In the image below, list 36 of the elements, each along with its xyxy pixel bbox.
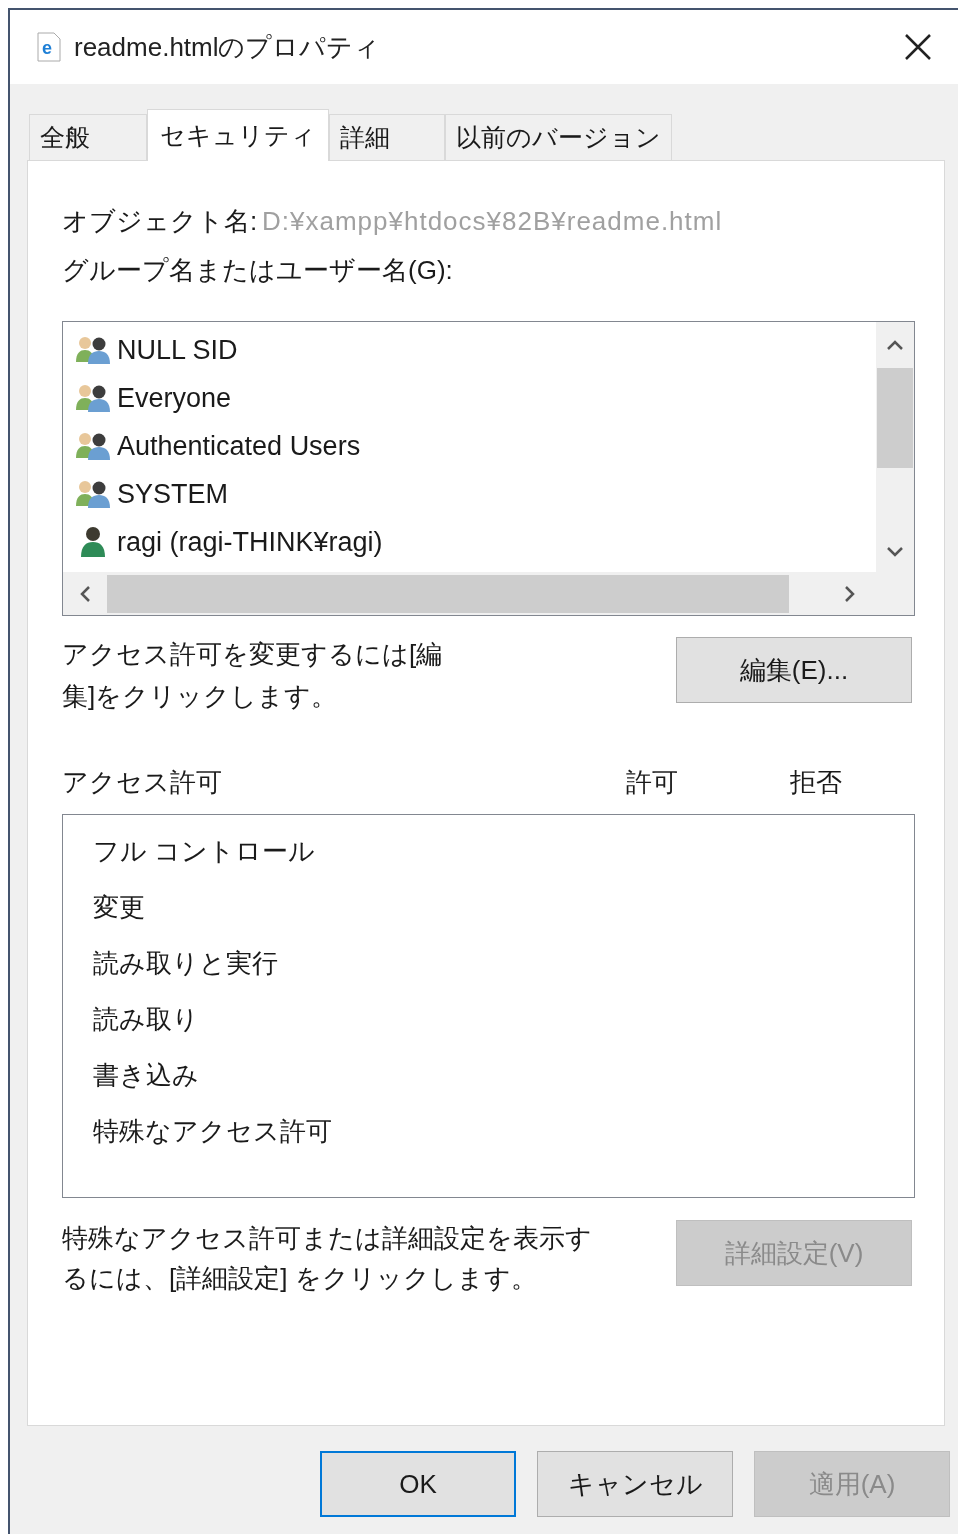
dialog-button[interactable]: OK (320, 1451, 516, 1517)
document-icon: e (36, 32, 62, 62)
edit-button[interactable]: 編集(E)... (676, 637, 912, 703)
advanced-hint: 特殊なアクセス許可または詳細設定を表示するには、[詳細設定] をクリックします。 (62, 1222, 592, 1295)
users-icon (75, 478, 111, 510)
scroll-thumb[interactable] (877, 368, 913, 468)
permission-item: フル コントロール (93, 835, 317, 868)
horizontal-scrollbar[interactable] (63, 572, 914, 615)
users-icon (75, 382, 111, 414)
principal-item[interactable]: Authenticated Users (117, 425, 361, 467)
tab[interactable]: 以前のバージョン (445, 114, 672, 160)
object-path: D:¥xampp¥htdocs¥82B¥readme.html (262, 204, 723, 238)
permission-item: 特殊なアクセス許可 (93, 1115, 333, 1148)
window-title: readme.htmlのプロパティ (74, 30, 381, 64)
principal-item[interactable]: SYSTEM (117, 473, 229, 515)
dialog-button[interactable]: キャンセル (537, 1451, 733, 1517)
permission-item: 読み取り (93, 1003, 200, 1036)
permissions-label: アクセス許可 (62, 765, 223, 799)
object-name-label: オブジェクト名: (62, 204, 259, 238)
users-icon (75, 334, 111, 366)
edit-hint: アクセス許可を変更するには[編集]をクリックします。 (62, 638, 444, 713)
permission-item: 変更 (93, 891, 146, 924)
principal-item[interactable]: Everyone (117, 377, 232, 419)
permission-item: 読み取りと実行 (93, 947, 279, 980)
tab[interactable]: 全般 (29, 114, 147, 160)
permission-item: 書き込み (93, 1059, 200, 1092)
scroll-thumb[interactable] (107, 574, 789, 613)
vertical-scrollbar[interactable] (876, 322, 914, 572)
tab[interactable]: セキュリティ (147, 109, 329, 161)
principal-item[interactable]: ragi (ragi-THINK¥ragi) (117, 521, 383, 563)
principals-label: グループ名またはユーザー名(G): (62, 254, 454, 287)
users-icon (75, 430, 111, 462)
column-header: 許可 (626, 765, 679, 799)
column-header: 拒否 (790, 765, 842, 799)
principal-item[interactable]: NULL SID (117, 329, 238, 371)
tab[interactable]: 詳細 (329, 114, 445, 160)
